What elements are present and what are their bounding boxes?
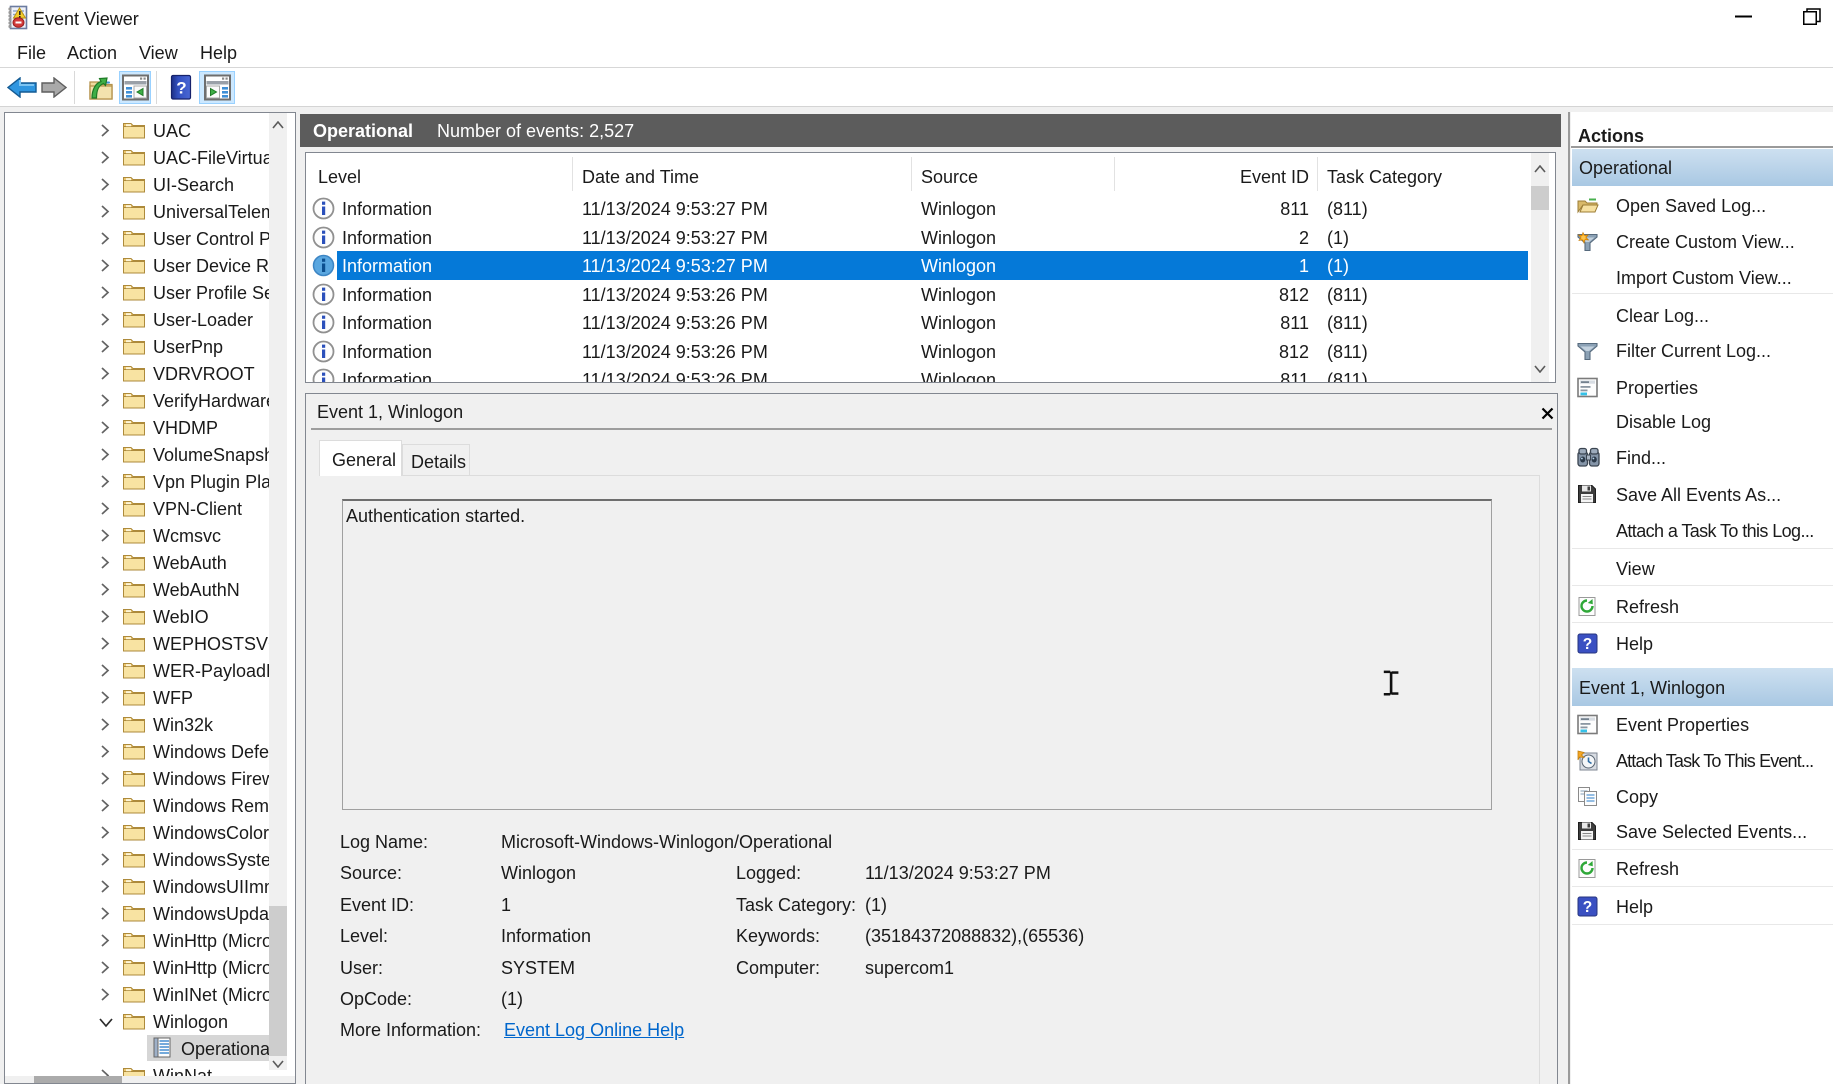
svg-text:?: ?: [1583, 899, 1592, 916]
svg-text:?: ?: [176, 79, 186, 98]
svg-text:?: ?: [1583, 636, 1592, 653]
